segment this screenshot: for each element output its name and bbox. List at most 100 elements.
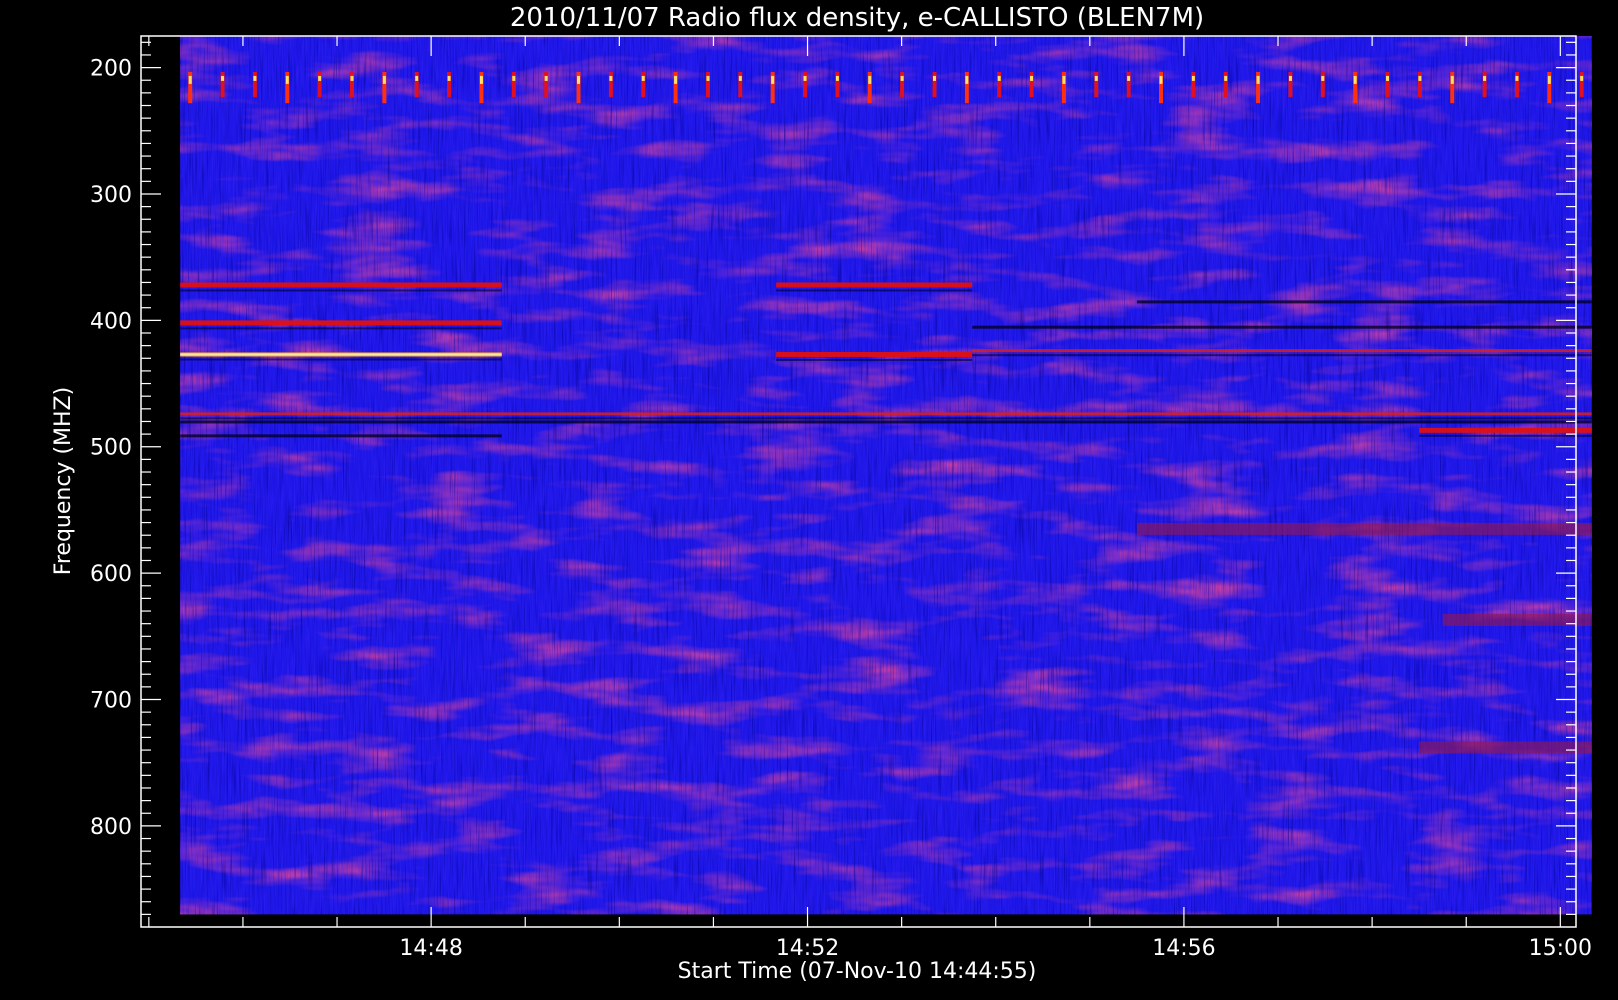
dark-line: [180, 420, 1592, 424]
burst-core: [1386, 75, 1390, 81]
burst-mark: [511, 71, 516, 98]
x-tick-label: 14:56: [1152, 936, 1215, 961]
y-tick-label: 300: [90, 183, 132, 208]
burst-mark: [803, 71, 808, 98]
emission-band: [1136, 522, 1592, 535]
burst-mark: [1417, 71, 1422, 98]
burst-core: [188, 75, 192, 84]
emission-band-shadow: [180, 417, 1592, 420]
burst-core: [1450, 75, 1454, 84]
burst-core: [1483, 75, 1487, 81]
burst-core: [997, 75, 1001, 81]
emission-band: [180, 320, 502, 326]
dark-line: [180, 434, 502, 438]
burst-core: [1191, 75, 1195, 81]
y-tick-label: 500: [90, 436, 132, 461]
burst-core: [738, 75, 742, 81]
burst-core: [1547, 75, 1551, 84]
burst-core: [350, 75, 354, 81]
burst-mark: [997, 71, 1002, 98]
burst-core: [382, 75, 386, 84]
emission-band: [972, 349, 1592, 353]
emission-band-shadow: [776, 358, 973, 361]
y-tick-label: 700: [90, 689, 132, 714]
emission-band-shadow: [180, 327, 502, 330]
burst-core: [1127, 75, 1131, 81]
burst-mark: [1288, 71, 1293, 98]
x-tick-label: 15:00: [1529, 936, 1592, 961]
burst-core: [253, 75, 257, 81]
burst-core: [932, 75, 936, 81]
emission-band-shadow: [1419, 434, 1592, 437]
emission-band-shadow: [776, 289, 973, 292]
burst-core: [1353, 75, 1357, 84]
burst-core: [706, 75, 710, 81]
emission-band-core: [180, 353, 502, 356]
x-axis-label: Start Time (07-Nov-10 14:44:55): [678, 959, 1037, 984]
y-tick-label: 800: [90, 815, 132, 840]
spectrogram-chart: 2010/11/07 Radio flux density, e-CALLIST…: [51, 3, 1592, 984]
burst-core: [285, 75, 289, 84]
burst-mark: [350, 71, 355, 98]
burst-core: [1159, 75, 1163, 84]
burst-mark: [414, 71, 419, 98]
burst-mark: [544, 71, 549, 98]
heatmap-image: [180, 36, 1592, 915]
burst-core: [221, 75, 225, 81]
burst-mark: [1579, 71, 1584, 98]
burst-core: [318, 75, 322, 81]
x-tick-label: 14:48: [399, 936, 462, 961]
burst-core: [868, 75, 872, 84]
emission-band: [776, 351, 973, 357]
burst-core: [1094, 75, 1098, 81]
burst-mark: [932, 71, 937, 98]
burst-mark: [220, 71, 225, 98]
burst-mark: [1482, 71, 1487, 98]
burst-core: [1580, 75, 1584, 81]
burst-mark: [835, 71, 840, 98]
burst-core: [1288, 75, 1292, 81]
burst-core: [1256, 75, 1260, 84]
burst-core: [1030, 75, 1034, 81]
emission-band: [1419, 741, 1592, 754]
emission-band-shadow: [180, 289, 502, 292]
burst-mark: [317, 71, 322, 98]
burst-core: [1515, 75, 1519, 81]
dark-line: [1136, 300, 1592, 304]
y-tick-label: 200: [90, 57, 132, 82]
spectrogram-figure: 2010/11/07 Radio flux density, e-CALLIST…: [0, 0, 1618, 1000]
emission-band: [180, 282, 502, 288]
emission-band-shadow: [972, 354, 1592, 357]
burst-mark: [1320, 71, 1325, 98]
y-tick-label: 400: [90, 309, 132, 334]
burst-mark: [705, 71, 710, 98]
burst-mark: [1094, 71, 1099, 98]
burst-mark: [900, 71, 905, 98]
burst-core: [479, 75, 483, 84]
burst-mark: [1126, 71, 1131, 98]
dark-line: [972, 325, 1592, 329]
burst-core: [674, 75, 678, 84]
burst-mark: [1029, 71, 1034, 98]
burst-core: [641, 75, 645, 81]
burst-mark: [1191, 71, 1196, 98]
emission-band: [180, 412, 1592, 416]
burst-core: [1321, 75, 1325, 81]
y-axis-label: Frequency (MHZ): [51, 387, 76, 575]
burst-core: [965, 75, 969, 84]
burst-mark: [641, 71, 646, 98]
burst-mark: [1223, 71, 1228, 98]
burst-core: [447, 75, 451, 81]
emission-band: [776, 282, 973, 288]
emission-band-shadow: [180, 358, 502, 361]
burst-core: [512, 75, 516, 81]
burst-core: [415, 75, 419, 81]
burst-core: [900, 75, 904, 81]
y-tick-label: 600: [90, 562, 132, 587]
heatmap-dark-texture: [180, 36, 1592, 915]
burst-core: [1418, 75, 1422, 81]
emission-band: [1419, 427, 1592, 433]
burst-core: [544, 75, 548, 81]
x-tick-label: 14:52: [776, 936, 839, 961]
burst-core: [609, 75, 613, 81]
